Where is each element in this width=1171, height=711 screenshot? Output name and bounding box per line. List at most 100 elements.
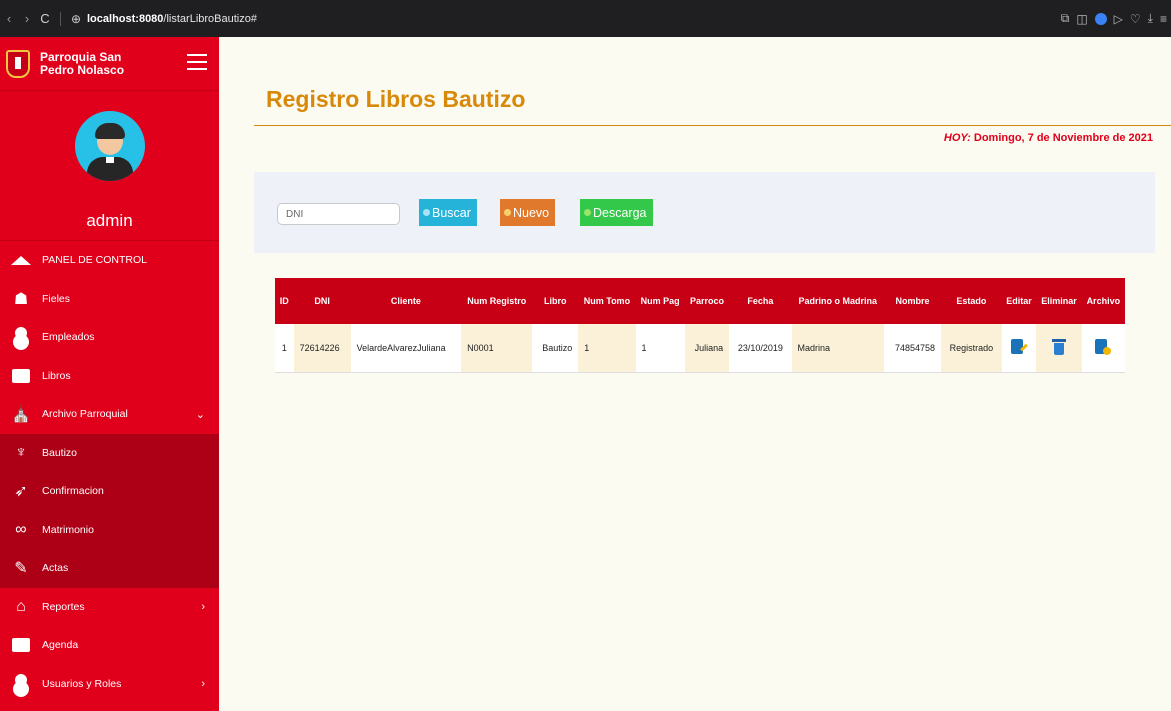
sidebar-item-label: Empleados <box>42 331 95 344</box>
col-nombre[interactable]: Nombre <box>884 278 941 324</box>
dove-icon: ➶ <box>14 483 28 501</box>
buscar-label: Buscar <box>432 205 471 220</box>
col-eliminar: Eliminar <box>1041 296 1077 306</box>
dni-search-input[interactable] <box>277 203 400 225</box>
sidebar-item-label: Reportes <box>42 600 85 613</box>
sidebar-item-label: Agenda <box>42 639 79 652</box>
search-icon <box>423 209 430 216</box>
sidebar: Parroquia San Pedro Nolasco admin PANEL … <box>0 37 219 711</box>
nuevo-button[interactable]: Nuevo <box>500 199 556 226</box>
cell-parroco: Juliana <box>684 324 730 373</box>
col-num-pag[interactable]: Num Pag <box>636 278 685 324</box>
cell-dni: 72614226 <box>293 324 351 373</box>
sidebar-item-panel-de-control[interactable]: PANEL DE CONTROL <box>0 241 219 280</box>
col-parroco[interactable]: Parroco <box>685 278 729 324</box>
sidebar-item-fieles[interactable]: ☗ Fieles <box>0 280 219 319</box>
reload-icon[interactable]: C <box>36 11 54 26</box>
cell-libro: Bautizo <box>532 324 579 373</box>
parish-logo-icon <box>6 49 30 78</box>
chevron-down-icon: ⌄ <box>195 408 205 421</box>
col-id[interactable]: ID <box>275 278 294 324</box>
main-content: Registro Libros Bautizo HOY: Domingo, 7 … <box>219 37 1171 711</box>
cell-nombre: 74854758 <box>884 324 941 373</box>
back-icon[interactable]: ‹ <box>0 11 18 26</box>
chevron-right-icon: › <box>201 600 205 613</box>
sidebar-item-matrimonio[interactable]: ∞ Matrimonio <box>0 510 219 549</box>
cell-num-registro: N0001 <box>461 324 533 373</box>
rings-icon: ∞ <box>15 520 27 538</box>
download-icon <box>584 209 591 216</box>
sidebar-item-label: Archivo Parroquial <box>42 408 128 421</box>
username: admin <box>86 211 133 230</box>
sidebar-item-label: Actas <box>42 562 69 575</box>
col-archivo: Archivo <box>1086 296 1121 306</box>
url-path: /listarLibroBautizo# <box>163 12 257 25</box>
document-icon: ✎ <box>14 560 28 578</box>
sidebar-item-actas[interactable]: ✎ Actas <box>0 549 219 588</box>
edit-icon[interactable] <box>1010 337 1028 357</box>
user-icon <box>10 673 32 693</box>
sidebar-item-archivo-parroquial[interactable]: ⛪ Archivo Parroquial ⌄ <box>0 395 219 434</box>
hamburger-icon[interactable] <box>187 54 207 70</box>
browser-toolbar: ‹ › C ⊕ localhost:8080/listarLibroBautiz… <box>0 0 1171 37</box>
buscar-button[interactable]: Buscar <box>419 199 477 226</box>
sidebar-item-label: Fieles <box>42 292 71 305</box>
cell-editar <box>1001 324 1037 373</box>
col-estado[interactable]: Estado <box>941 278 1002 324</box>
chevron-right-icon: › <box>201 677 205 690</box>
share-icon[interactable]: ⧉ <box>1061 11 1070 26</box>
report-icon: ⌂ <box>16 597 26 615</box>
cell-estado: Registrado <box>940 324 1002 373</box>
sidebar-item-label: Confirmacion <box>42 485 104 498</box>
cell-archivo <box>1081 324 1125 373</box>
browser-extensions: ⧉ ◫ ▷ ♡ ⤓ ≡ <box>1061 0 1167 37</box>
brand-name: Parroquia San Pedro Nolasco <box>40 49 125 77</box>
church-icon: ⛪ <box>11 406 31 424</box>
col-editar: Editar <box>1006 296 1032 306</box>
sidebar-item-confirmacion[interactable]: ➶ Confirmacion <box>0 472 219 511</box>
sidebar-item-reportes[interactable]: ⌂ Reportes › <box>0 588 219 627</box>
title-divider <box>254 125 1171 126</box>
sidebar-item-libros[interactable]: Libros <box>0 357 219 396</box>
sidebar-item-label: Bautizo <box>42 446 78 459</box>
site-info-icon[interactable]: ⊕ <box>67 12 85 26</box>
baptism-icon: ♆ <box>15 443 27 461</box>
col-libro[interactable]: Libro <box>532 278 578 324</box>
today-date: HOY: Domingo, 7 de Noviembre de 2021 <box>944 132 1153 144</box>
cell-padrino: Madrina <box>791 324 885 373</box>
agenda-icon <box>10 636 32 654</box>
sidebar-item-label: Usuarios y Roles <box>42 677 122 690</box>
heart-icon[interactable]: ♡ <box>1130 12 1141 26</box>
today-value: Domingo, 7 de Noviembre de 2021 <box>970 132 1153 144</box>
cell-eliminar <box>1036 324 1082 373</box>
records-table: ID DNI Cliente Num Registro Libro Num To… <box>275 278 1125 373</box>
sidebar-item-usuarios-y-roles[interactable]: Usuarios y Roles › <box>0 665 219 704</box>
sidebar-item-bautizo[interactable]: ♆ Bautizo <box>0 433 219 472</box>
sidebar-item-empleados[interactable]: Empleados <box>0 318 219 357</box>
toolbar-divider <box>60 11 61 26</box>
forward-icon[interactable]: › <box>18 11 36 26</box>
page-title: Registro Libros Bautizo <box>266 86 526 112</box>
col-num-registro[interactable]: Num Registro <box>461 278 532 324</box>
new-icon <box>504 209 511 216</box>
col-padrino-madrina[interactable]: Padrino o Madrina <box>792 278 884 324</box>
play-icon[interactable]: ▷ <box>1114 12 1123 26</box>
cell-num-tomo: 1 <box>578 324 636 373</box>
trash-icon[interactable] <box>1050 337 1068 357</box>
col-dni[interactable]: DNI <box>294 278 351 324</box>
screenshot-icon[interactable]: ◫ <box>1076 12 1087 26</box>
menu-icon[interactable]: ≡ <box>1160 12 1167 26</box>
table-header-row: ID DNI Cliente Num Registro Libro Num To… <box>275 278 1125 324</box>
today-prefix: HOY: <box>943 132 971 144</box>
descarga-button[interactable]: Descarga <box>580 199 653 226</box>
vpn-icon[interactable] <box>1094 12 1107 25</box>
url-host: localhost:8080 <box>87 12 164 25</box>
col-num-tomo[interactable]: Num Tomo <box>578 278 635 324</box>
sidebar-item-agenda[interactable]: Agenda <box>0 626 219 665</box>
col-cliente[interactable]: Cliente <box>351 278 462 324</box>
file-download-icon[interactable] <box>1094 337 1112 357</box>
people-icon: ☗ <box>13 290 29 308</box>
download-icon[interactable]: ⤓ <box>1148 11 1153 26</box>
col-fecha[interactable]: Fecha <box>729 278 791 324</box>
address-bar[interactable]: localhost:8080/listarLibroBautizo# <box>87 13 257 25</box>
